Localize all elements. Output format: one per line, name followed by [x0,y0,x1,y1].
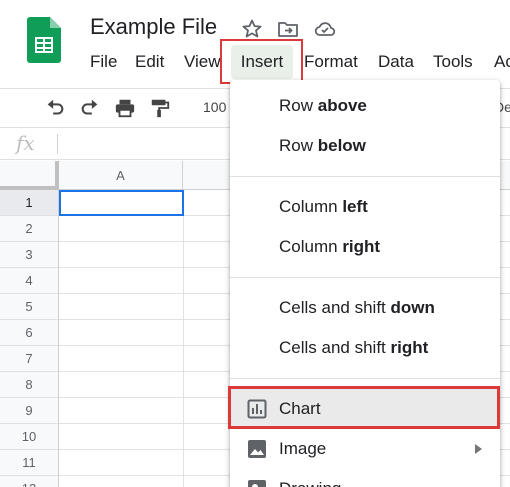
undo-icon[interactable] [44,97,66,119]
row-header-6[interactable]: 6 [0,320,59,346]
menu-item-label: Column [279,237,343,256]
menu-item-label: Row [279,136,318,155]
select-all-corner[interactable] [0,161,59,190]
menu-data[interactable]: Data [378,51,414,75]
redo-icon[interactable] [79,97,101,119]
menu-tools[interactable]: Tools [433,51,473,75]
menu-item-column-right[interactable]: Column right [230,227,500,267]
menu-addons[interactable]: Ac [494,51,510,75]
document-title[interactable]: Example File [90,14,217,40]
row-header-2[interactable]: 2 [0,216,59,242]
menu-format[interactable]: Format [304,51,358,75]
fx-icon: fx [16,131,35,155]
zoom-select[interactable]: 100 [203,99,226,115]
row-header-5[interactable]: 5 [0,294,59,320]
column-header-a[interactable]: A [59,161,183,190]
row-header-3[interactable]: 3 [0,242,59,268]
menu-item-row-below[interactable]: Row below [230,126,500,166]
menu-item-label: Column [279,197,343,216]
image-icon [248,440,266,458]
row-header-7[interactable]: 7 [0,346,59,372]
menu-item-row-above[interactable]: Row above [230,86,500,126]
chart-item-highlight-box [228,386,500,429]
row-header-12[interactable]: 12 [0,476,59,487]
menu-item-emphasis: below [317,136,366,155]
menu-item-emphasis: right [390,338,429,357]
move-to-folder-icon[interactable] [276,17,300,41]
row-header-9[interactable]: 9 [0,398,59,424]
submenu-arrow-icon [475,444,482,454]
menu-item-label: Cells and shift [279,338,391,357]
formula-divider [57,134,58,154]
menu-divider [230,277,500,278]
menu-item-label: Image [279,439,327,458]
paint-format-icon[interactable] [149,97,171,119]
sheets-logo-icon[interactable] [27,17,61,63]
menu-item-label: Drawing [279,479,341,487]
print-icon[interactable] [114,97,136,119]
menu-view[interactable]: View [184,51,221,75]
active-cell-a1[interactable] [59,190,184,216]
menu-item-emphasis: left [342,197,368,216]
menu-item-emphasis: down [390,298,435,317]
menu-item-label: Row [279,96,318,115]
menu-divider [230,378,500,379]
drawing-icon [248,480,266,487]
row-header-11[interactable]: 11 [0,450,59,476]
menu-divider [230,176,500,177]
menu-file[interactable]: File [90,51,117,75]
row-header-1[interactable]: 1 [0,190,59,216]
menu-item-image[interactable]: Image [230,429,500,469]
menu-item-emphasis: above [317,96,367,115]
row-header-4[interactable]: 4 [0,268,59,294]
star-icon[interactable] [240,17,264,41]
menu-item-cells-shift-down[interactable]: Cells and shift down [230,288,500,328]
cloud-saved-icon[interactable] [313,17,337,41]
menu-item-drawing[interactable]: Drawing [230,469,500,487]
insert-menu-highlight-box [220,39,303,84]
menu-edit[interactable]: Edit [135,51,164,75]
row-header-8[interactable]: 8 [0,372,59,398]
menu-item-column-left[interactable]: Column left [230,187,500,227]
menu-item-cells-shift-right[interactable]: Cells and shift right [230,328,500,368]
menu-item-emphasis: right [342,237,381,256]
row-header-10[interactable]: 10 [0,424,59,450]
menu-item-label: Cells and shift [279,298,391,317]
